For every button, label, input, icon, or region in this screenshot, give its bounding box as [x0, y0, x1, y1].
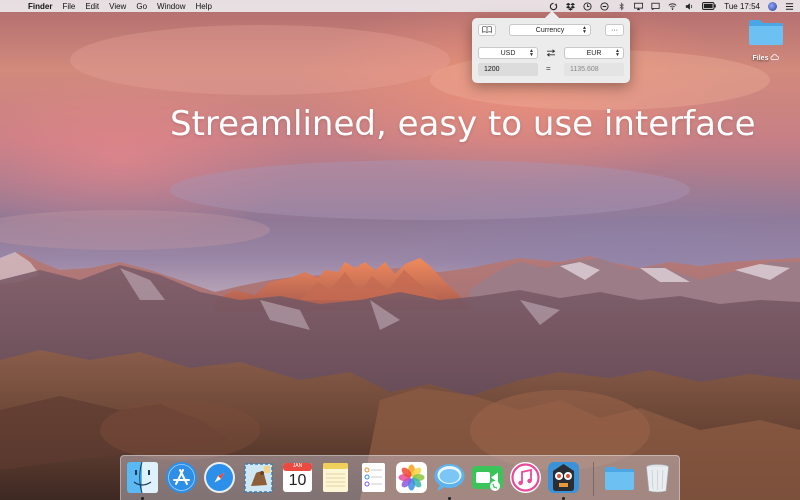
- menu-window[interactable]: Window: [157, 2, 185, 11]
- menu-help[interactable]: Help: [195, 2, 211, 11]
- book-icon: [482, 25, 492, 35]
- status-area: Tue 17:54: [549, 1, 794, 11]
- menubar-clock[interactable]: Tue 17:54: [724, 2, 760, 11]
- amount-input[interactable]: 1200: [478, 63, 538, 76]
- sync-icon[interactable]: [549, 2, 558, 11]
- menu-finder[interactable]: Finder: [28, 2, 52, 11]
- minus-circle-icon[interactable]: [600, 1, 609, 11]
- select-chevron-icon: ▲ ▼: [615, 48, 620, 58]
- notes-icon[interactable]: [319, 461, 352, 494]
- clock-icon[interactable]: [583, 1, 592, 11]
- mode-select[interactable]: Currency ▲ ▼: [509, 24, 591, 36]
- desktop-folder-label: Files: [752, 54, 769, 62]
- airplay-icon[interactable]: [634, 2, 644, 11]
- result-field: 1135.608: [564, 63, 624, 76]
- itunes-icon[interactable]: [509, 461, 542, 494]
- calendar-icon[interactable]: JAN 10: [281, 461, 314, 494]
- wifi-icon[interactable]: [668, 2, 677, 11]
- from-currency-label: USD: [500, 49, 516, 57]
- mail-icon[interactable]: [242, 461, 275, 494]
- more-button[interactable]: ···: [605, 24, 624, 36]
- trash-icon[interactable]: [641, 461, 674, 494]
- folder-icon: [748, 18, 784, 51]
- swap-currencies-button[interactable]: [545, 48, 557, 58]
- tweetbot-icon[interactable]: [547, 461, 580, 494]
- safari-icon[interactable]: [203, 461, 236, 494]
- calendar-month: JAN: [292, 463, 303, 469]
- desktop-wallpaper: [0, 0, 800, 500]
- reminders-icon[interactable]: [357, 461, 390, 494]
- dock-separator: [593, 462, 594, 496]
- currency-converter-popover: Currency ▲ ▼ ··· USD ▲ ▼ EUR ▲ ▼ 1200 = 113…: [472, 18, 630, 83]
- headline: Streamlined, easy to use interface: [170, 104, 756, 144]
- menu-view[interactable]: View: [109, 2, 126, 11]
- equals-sign: =: [546, 64, 551, 73]
- messages-icon[interactable]: [433, 461, 466, 494]
- dock: JAN 10: [120, 455, 680, 500]
- facetime-icon[interactable]: [471, 461, 504, 494]
- menu-file[interactable]: File: [62, 2, 75, 11]
- to-currency-label: EUR: [586, 49, 602, 57]
- dropbox-icon[interactable]: [566, 2, 576, 11]
- book-button[interactable]: [478, 24, 496, 36]
- app-store-icon[interactable]: [165, 461, 198, 494]
- menu-go[interactable]: Go: [136, 2, 147, 11]
- volume-icon[interactable]: [685, 2, 694, 11]
- mode-label: Currency: [535, 26, 565, 34]
- icloud-download-icon: [770, 54, 780, 62]
- finder-icon[interactable]: [126, 461, 159, 494]
- select-chevron-icon: ▲ ▼: [529, 48, 534, 58]
- bluetooth-icon[interactable]: [617, 1, 626, 11]
- menu-bar: Finder File Edit View Go Window Help Tue…: [0, 0, 800, 12]
- mountain-landscape: [0, 25, 800, 500]
- to-currency-select[interactable]: EUR ▲ ▼: [564, 47, 624, 59]
- from-currency-select[interactable]: USD ▲ ▼: [478, 47, 538, 59]
- select-chevron-icon: ▲ ▼: [582, 25, 587, 35]
- more-icon: ···: [611, 26, 618, 34]
- swap-icon: [546, 44, 556, 62]
- calendar-day: 10: [288, 472, 307, 489]
- desktop-files-folder[interactable]: Files: [742, 18, 790, 62]
- desktop-folder-label-row: Files: [753, 54, 780, 62]
- user-avatar-icon[interactable]: [768, 1, 777, 11]
- notification-center-icon[interactable]: [785, 2, 794, 11]
- menu-edit[interactable]: Edit: [85, 2, 99, 11]
- photos-icon[interactable]: [395, 461, 428, 494]
- documents-folder-icon[interactable]: [603, 461, 636, 494]
- cast-icon[interactable]: [651, 2, 660, 11]
- battery-icon[interactable]: [702, 2, 717, 11]
